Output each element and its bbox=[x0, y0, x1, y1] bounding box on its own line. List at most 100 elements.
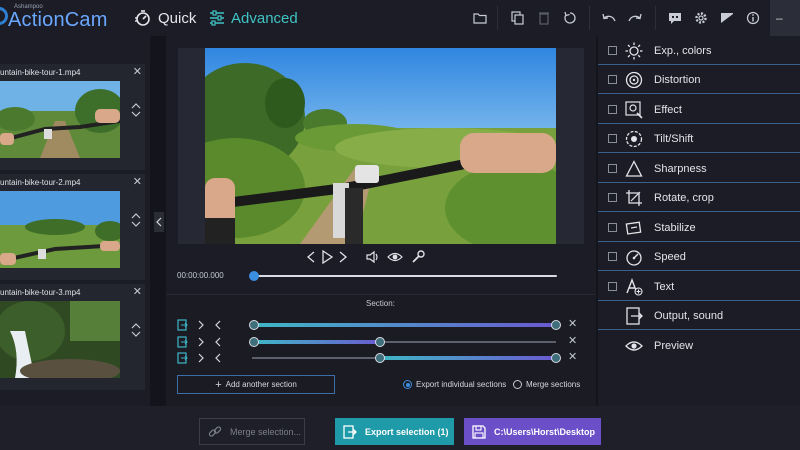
section-controls[interactable] bbox=[176, 352, 236, 364]
info-icon[interactable] bbox=[744, 9, 762, 27]
section-label: Section: bbox=[366, 299, 395, 308]
copy-icon[interactable] bbox=[508, 9, 526, 27]
link-icon bbox=[208, 425, 222, 437]
clip-thumbnail[interactable] bbox=[0, 191, 120, 268]
section-start-handle[interactable] bbox=[375, 353, 385, 363]
reset-icon[interactable] bbox=[561, 9, 579, 27]
menu-item-preview[interactable]: Preview bbox=[598, 332, 800, 360]
clip-item[interactable]: untain-bike-tour-2.mp4 ✕ bbox=[0, 174, 145, 280]
play-icon[interactable] bbox=[321, 250, 333, 264]
timecode: 00:00:00.000 bbox=[177, 271, 224, 280]
section-end-handle[interactable] bbox=[375, 337, 385, 347]
redo-icon[interactable] bbox=[626, 9, 644, 27]
previous-frame-icon[interactable] bbox=[306, 251, 316, 263]
menu-item-tilt-shift[interactable]: Tilt/Shift bbox=[598, 125, 800, 153]
mode-advanced-button[interactable]: Advanced bbox=[209, 8, 298, 28]
section-row: ✕ bbox=[176, 334, 586, 348]
trash-icon[interactable] bbox=[535, 9, 553, 27]
clip-item[interactable]: untain-bike-tour-3.mp4 ✕ bbox=[0, 284, 145, 390]
chevron-down-icon[interactable] bbox=[131, 111, 141, 118]
chevron-down-icon[interactable] bbox=[131, 221, 141, 228]
checkbox[interactable] bbox=[608, 134, 617, 143]
merge-selection-button[interactable]: Merge selection... bbox=[199, 418, 305, 445]
section-row: ✕ bbox=[176, 317, 586, 331]
menu-item-effect[interactable]: Effect bbox=[598, 96, 800, 124]
mode-quick-label: Quick bbox=[158, 9, 197, 27]
menu-item-label: Sharpness bbox=[654, 162, 707, 175]
minimize-button[interactable]: – bbox=[770, 0, 800, 36]
output-path-button[interactable]: C:\Users\Horst\Desktop bbox=[464, 418, 601, 445]
undo-icon[interactable] bbox=[600, 9, 618, 27]
checkbox[interactable] bbox=[608, 252, 617, 261]
menu-item-distortion[interactable]: Distortion bbox=[598, 66, 800, 94]
menu-item-sharpness[interactable]: Sharpness bbox=[598, 155, 800, 183]
clip-order-arrows[interactable] bbox=[131, 322, 141, 338]
checkbox[interactable] bbox=[608, 105, 617, 114]
eye-icon[interactable] bbox=[387, 251, 403, 263]
merge-selection-label: Merge selection... bbox=[230, 426, 302, 437]
checkbox[interactable] bbox=[608, 223, 617, 232]
section-controls[interactable] bbox=[176, 319, 236, 331]
timeline-handle[interactable] bbox=[249, 271, 259, 281]
speedometer-icon bbox=[625, 248, 643, 266]
image-icon[interactable] bbox=[718, 9, 736, 27]
clip-thumbnail[interactable] bbox=[0, 301, 120, 378]
clip-item[interactable]: untain-bike-tour-1.mp4 ✕ bbox=[0, 64, 145, 170]
section-start-handle[interactable] bbox=[249, 337, 259, 347]
close-icon[interactable]: ✕ bbox=[568, 350, 577, 363]
subtitle-icon[interactable] bbox=[666, 9, 684, 27]
volume-icon[interactable] bbox=[366, 250, 380, 264]
menu-item-speed[interactable]: Speed bbox=[598, 243, 800, 271]
text-icon bbox=[625, 277, 643, 296]
chevron-up-icon[interactable] bbox=[131, 102, 141, 109]
chevron-up-icon[interactable] bbox=[131, 212, 141, 219]
close-icon[interactable]: ✕ bbox=[133, 175, 142, 188]
collapse-panel-button[interactable] bbox=[154, 212, 164, 232]
add-section-button[interactable]: + Add another section bbox=[177, 375, 335, 394]
wrench-icon[interactable] bbox=[411, 250, 425, 264]
menu-item-output-sound[interactable]: Output, sound bbox=[598, 302, 800, 330]
gear-icon[interactable] bbox=[692, 9, 710, 27]
section-range[interactable] bbox=[254, 340, 380, 344]
timeline-track[interactable] bbox=[252, 275, 557, 277]
section-range[interactable] bbox=[380, 356, 556, 360]
close-icon[interactable]: ✕ bbox=[133, 65, 142, 78]
section-end-handle[interactable] bbox=[551, 320, 561, 330]
mode-quick-button[interactable]: Quick bbox=[134, 8, 196, 28]
checkbox[interactable] bbox=[608, 164, 617, 173]
clip-order-arrows[interactable] bbox=[131, 102, 141, 118]
clip-thumbnail[interactable] bbox=[0, 81, 120, 158]
section-controls[interactable] bbox=[176, 336, 236, 348]
mode-advanced-label: Advanced bbox=[231, 9, 298, 27]
radio-export-individual[interactable]: Export individual sections bbox=[403, 380, 506, 389]
menu-item-stabilize[interactable]: Stabilize bbox=[598, 214, 800, 242]
section-start-handle[interactable] bbox=[249, 320, 259, 330]
menu-item-text[interactable]: Text bbox=[598, 273, 800, 301]
close-icon[interactable]: ✕ bbox=[568, 334, 577, 347]
section-range[interactable] bbox=[254, 323, 556, 327]
menu-item-rotate-crop[interactable]: Rotate, crop bbox=[598, 184, 800, 212]
output-path-label: C:\Users\Horst\Desktop bbox=[494, 426, 596, 437]
menu-item-label: Effect bbox=[654, 103, 682, 116]
eye-icon bbox=[625, 337, 643, 355]
menu-item-exp-colors[interactable]: Exp., colors bbox=[598, 37, 800, 65]
section-end-handle[interactable] bbox=[551, 353, 561, 363]
clip-title: untain-bike-tour-2.mp4 bbox=[0, 178, 81, 187]
checkbox[interactable] bbox=[608, 193, 617, 202]
radio-indicator[interactable] bbox=[403, 380, 412, 389]
checkbox[interactable] bbox=[608, 75, 617, 84]
radio-indicator[interactable] bbox=[513, 380, 522, 389]
checkbox[interactable] bbox=[608, 46, 617, 55]
chevron-down-icon[interactable] bbox=[131, 331, 141, 338]
menu-item-label: Exp., colors bbox=[654, 44, 712, 57]
close-icon[interactable]: ✕ bbox=[568, 317, 577, 330]
clip-order-arrows[interactable] bbox=[131, 212, 141, 228]
close-icon[interactable]: ✕ bbox=[133, 285, 142, 298]
chevron-up-icon[interactable] bbox=[131, 322, 141, 329]
checkbox[interactable] bbox=[608, 282, 617, 291]
next-frame-icon[interactable] bbox=[338, 251, 348, 263]
video-preview[interactable] bbox=[205, 48, 556, 244]
radio-merge-sections[interactable]: Merge sections bbox=[513, 380, 580, 389]
folder-icon[interactable] bbox=[471, 9, 489, 27]
export-selection-button[interactable]: Export selection (1) bbox=[335, 418, 454, 445]
